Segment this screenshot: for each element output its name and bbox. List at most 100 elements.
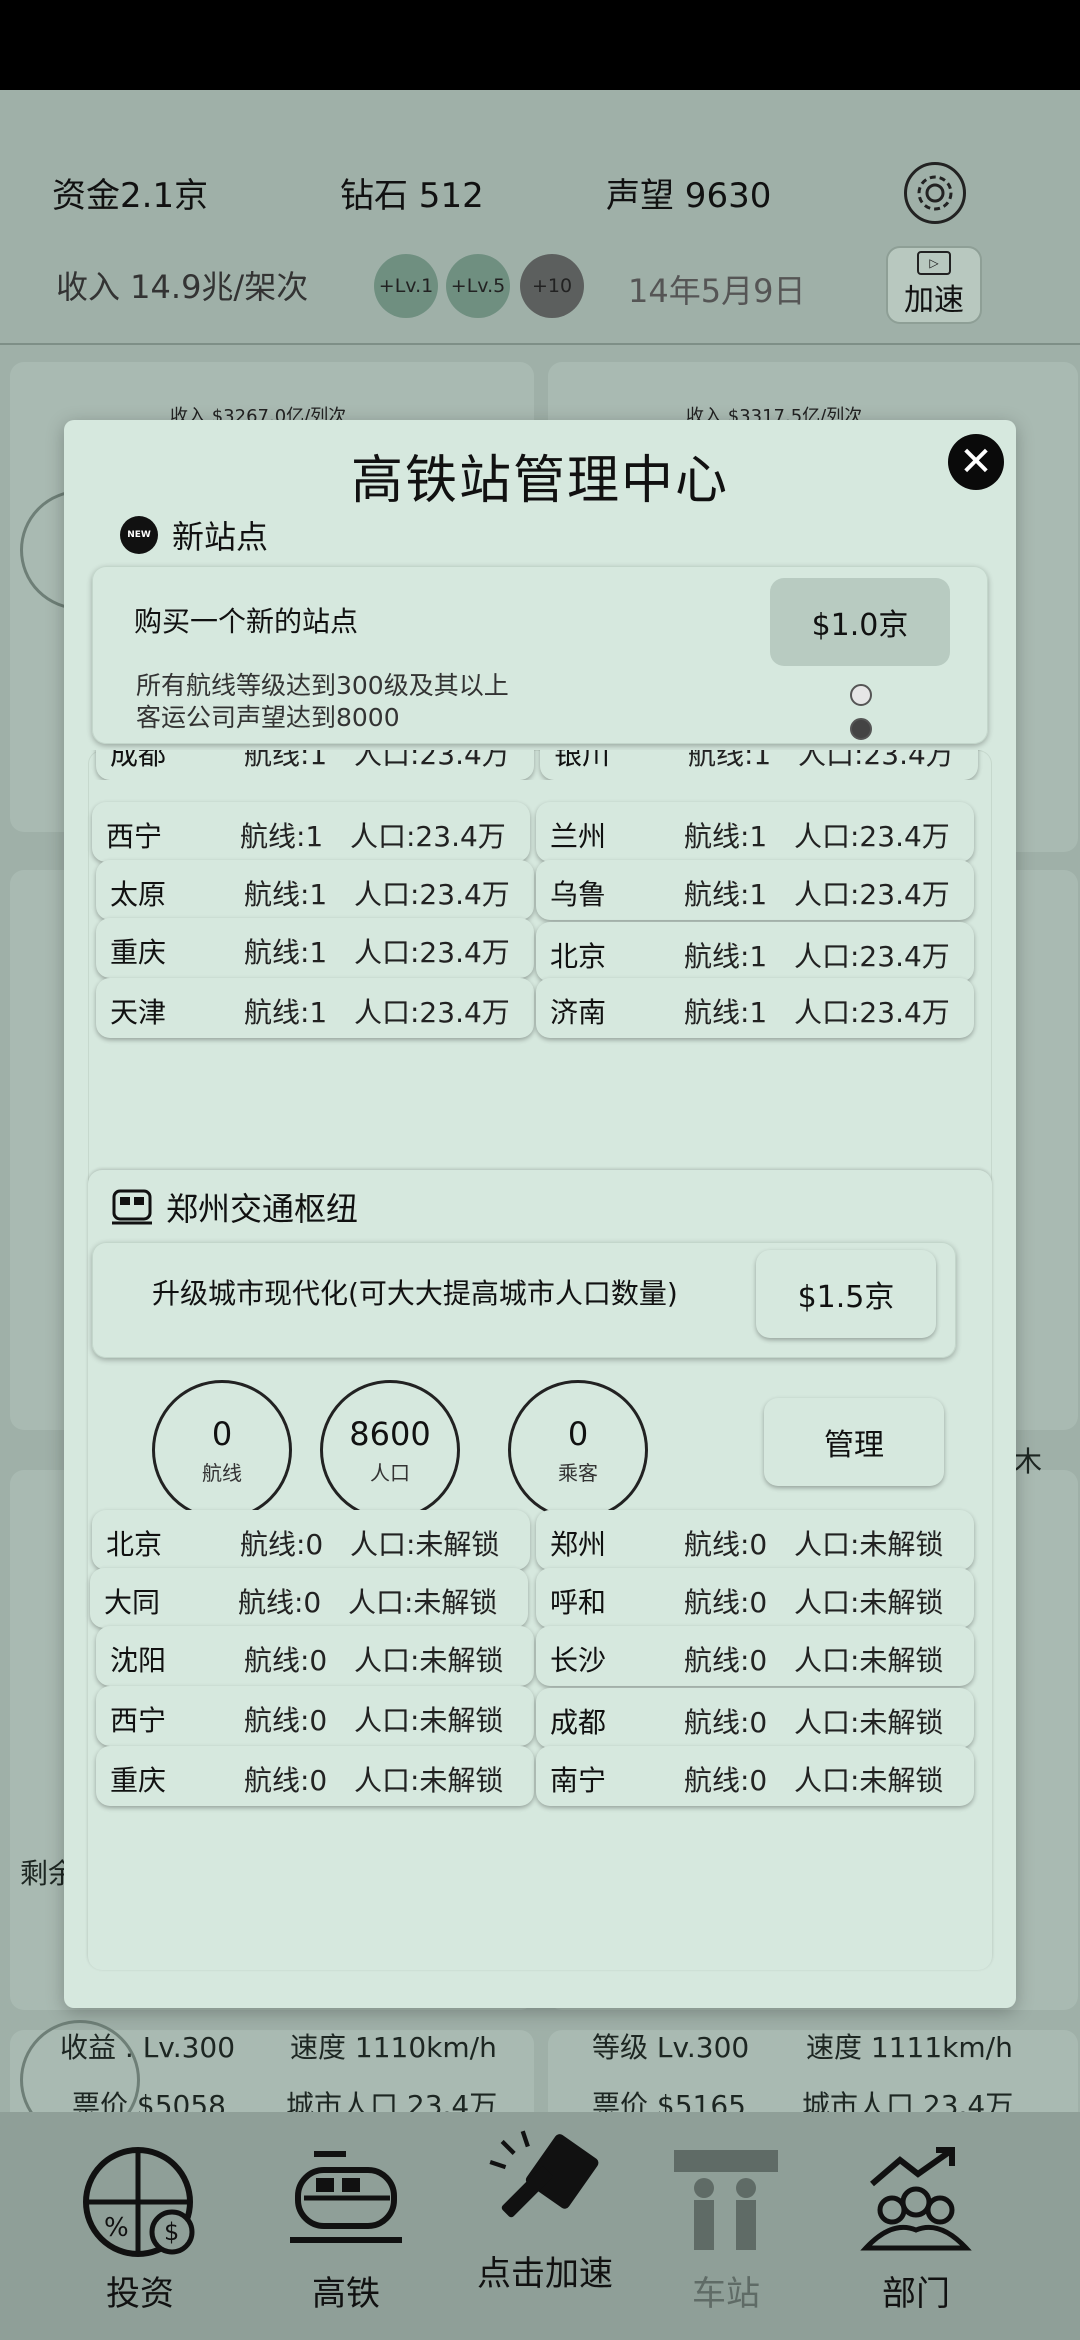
boost-lv1-button[interactable]: +Lv.1 [374,254,438,318]
speed-up-label: 加速 [904,283,964,318]
city-name: 西宁 [110,1704,167,1737]
city-name: 西宁 [106,820,163,853]
city-name: 天津 [110,996,167,1029]
card8-speed: 速度 1111km/h [806,2031,1013,2064]
city-name: 大同 [104,1586,161,1619]
population-stat: 8600 人口 [320,1380,460,1520]
city-routes: 航线:1 [240,820,324,853]
city-chip[interactable]: 西宁 航线:1 人口:23.4万 [92,802,530,862]
city-population: 人口:未解锁 [354,1644,504,1677]
city-population: 人口:未解锁 [354,1764,504,1797]
city-population: 人口:23.4万 [794,940,950,973]
city-population: 人口:未解锁 [794,1764,944,1797]
city-routes: 航线:1 [244,936,328,969]
boost-plus10-button[interactable]: +10 [520,254,584,318]
svg-text:$: $ [164,2218,179,2246]
city-population: 人口:23.4万 [354,996,510,1029]
city-chip[interactable]: 天津 航线:1 人口:23.4万 [96,978,534,1038]
nav-investment[interactable]: $% 投资 [50,2112,230,2340]
city-name: 乌鲁 [550,878,607,911]
passengers-stat: 0 乘客 [508,1380,648,1520]
speed-up-button[interactable]: ▷ 加速 [886,246,982,324]
city-population: 人口:23.4万 [354,936,510,969]
city-chip[interactable]: 长沙 航线:0 人口:未解锁 [536,1626,974,1686]
diamonds-label: 钻石 512 [340,176,484,216]
nav-station[interactable]: 车站 [636,2112,816,2340]
city-chip[interactable]: 重庆 航线:1 人口:23.4万 [96,918,534,978]
city-chip[interactable]: 太原 航线:1 人口:23.4万 [96,860,534,920]
nav-tap-speed-label: 点击加速 [477,2254,613,2294]
hub-section: 郑州交通枢纽 升级城市现代化(可大大提高城市人口数量) $1.5京 0 航线 86… [88,1170,992,1970]
svg-text:%: % [104,2213,129,2243]
card7-speed: 速度 1110km/h [290,2031,497,2064]
requirement-1-status-dot [850,684,872,706]
city-name: 沈阳 [110,1644,167,1677]
new-station-title: 新站点 [172,518,269,556]
close-icon[interactable]: ✕ [948,434,1004,490]
train-icon [286,2140,406,2260]
city-chip[interactable]: 西宁 航线:0 人口:未解锁 [96,1686,534,1746]
city-name: 济南 [550,996,607,1029]
city-name: 南宁 [550,1764,607,1797]
card8-level: 等级 Lv.300 [592,2031,750,2064]
nav-train-label: 高铁 [312,2274,380,2314]
department-group-icon [856,2140,976,2260]
hub-title: 郑州交通枢纽 [166,1190,359,1228]
investment-pie-icon: $% [80,2140,200,2260]
nav-station-label: 车站 [692,2274,760,2314]
city-routes: 航线:1 [244,878,328,911]
city-chip[interactable]: 南宁 航线:0 人口:未解锁 [536,1746,974,1806]
city-chip[interactable]: 大同 航线:0 人口:未解锁 [90,1568,528,1628]
city-population: 人口:未解锁 [348,1586,498,1619]
city-population: 人口:23.4万 [794,996,950,1029]
nav-train[interactable]: 高铁 [256,2112,436,2340]
city-routes: 航线:1 [684,940,768,973]
settings-gear-icon[interactable] [904,162,966,224]
city-chip[interactable]: 济南 航线:1 人口:23.4万 [536,978,974,1038]
station-management-modal: 高铁站管理中心 ✕ NEW 新站点 购买一个新的站点 所有航线等级达到300级及… [64,420,1016,2008]
city-population: 人口:未解锁 [350,1528,500,1561]
city-chip[interactable]: 郑州 航线:0 人口:未解锁 [536,1510,974,1570]
city-routes: 航线:0 [240,1528,324,1561]
city-routes: 航线:0 [684,1586,768,1619]
bottom-navigation: $% 投资 高铁 点击加速 车站 部门 [0,2112,1080,2340]
requirement-1: 所有航线等级达到300级及其以上 [136,671,509,700]
income-label: 收入 14.9兆/架次 [56,268,309,306]
city-chip[interactable]: 沈阳 航线:0 人口:未解锁 [96,1626,534,1686]
city-population: 人口:未解锁 [794,1528,944,1561]
city-routes: 航线:1 [244,996,328,1029]
city-chip[interactable]: 乌鲁 航线:1 人口:23.4万 [536,860,974,920]
city-name: 兰州 [550,820,607,853]
city-chip[interactable]: 银川 航线:1 人口:23.4万 [540,750,978,780]
city-population: 人口:23.4万 [794,878,950,911]
upgrade-city-button[interactable]: $1.5京 [756,1250,936,1338]
video-play-icon: ▷ [917,251,951,275]
city-chip[interactable]: 北京 航线:0 人口:未解锁 [92,1510,530,1570]
city-routes: 航线:1 [684,878,768,911]
buy-station-button[interactable]: $1.0京 [770,578,950,666]
city-chip[interactable]: 呼和 航线:0 人口:未解锁 [536,1568,974,1628]
city-name: 北京 [550,940,607,973]
city-population: 人口:23.4万 [354,878,510,911]
city-chip[interactable]: 重庆 航线:0 人口:未解锁 [96,1746,534,1806]
prestige-label: 声望 9630 [606,176,772,216]
requirement-2: 客运公司声望达到8000 [136,703,400,732]
city-chip[interactable]: 成都 航线:0 人口:未解锁 [536,1688,974,1748]
city-routes: 航线:0 [244,1764,328,1797]
requirement-2-status-dot [850,718,872,740]
city-routes: 航线:0 [238,1586,322,1619]
city-chip[interactable]: 北京 航线:1 人口:23.4万 [536,922,974,982]
city-routes: 航线:0 [684,1528,768,1561]
city-chip[interactable]: 兰州 航线:1 人口:23.4万 [536,802,974,862]
manage-button[interactable]: 管理 [764,1398,944,1486]
city-chip[interactable]: 成都 航线:1 人口:23.4万 [96,750,534,780]
new-station-header: NEW 新站点 [120,512,268,558]
modal-title: 高铁站管理中心 [350,451,729,511]
hub-header: 郑州交通枢纽 [110,1184,358,1230]
city-name: 北京 [106,1528,163,1561]
nav-investment-label: 投资 [106,2274,174,2314]
nav-department[interactable]: 部门 [826,2112,1006,2340]
city-routes: 航线:0 [684,1706,768,1739]
nav-tap-speed[interactable]: 点击加速 [450,2112,640,2340]
boost-lv5-button[interactable]: +Lv.5 [446,254,510,318]
